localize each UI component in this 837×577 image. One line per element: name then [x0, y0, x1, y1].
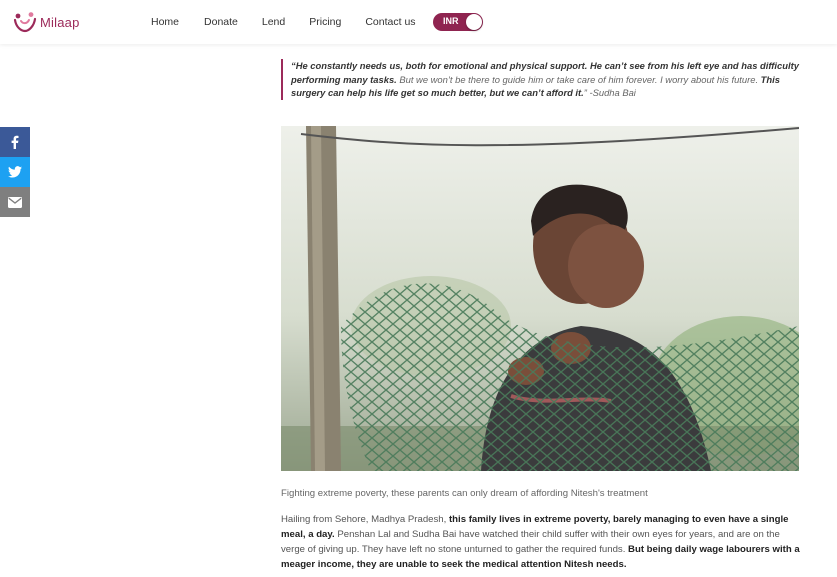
- nav-lend[interactable]: Lend: [262, 16, 285, 28]
- story-paragraph: Hailing from Sehore, Madhya Pradesh, thi…: [281, 512, 801, 572]
- share-twitter-button[interactable]: [0, 157, 30, 187]
- nav-donate[interactable]: Donate: [204, 16, 238, 28]
- main-nav: Home Donate Lend Pricing Contact us: [151, 0, 440, 44]
- currency-toggle[interactable]: INR: [433, 13, 483, 31]
- story-photo: [281, 126, 799, 471]
- parent-quote: “He constantly needs us, both for emotio…: [281, 59, 801, 100]
- twitter-icon: [8, 166, 22, 178]
- toggle-knob: [466, 14, 482, 30]
- email-icon: [8, 196, 22, 208]
- logo[interactable]: Milaap: [12, 10, 80, 34]
- quote-text-2: But we won’t be there to guide him or ta…: [396, 73, 759, 85]
- nav-home[interactable]: Home: [151, 16, 179, 28]
- facebook-icon: [11, 135, 19, 149]
- photo-caption: Fighting extreme poverty, these parents …: [281, 488, 648, 499]
- logo-text: Milaap: [40, 14, 80, 30]
- nav-contact-us[interactable]: Contact us: [365, 16, 415, 28]
- share-bar: [0, 127, 30, 217]
- boy-behind-fence-image: [281, 126, 799, 471]
- quote-attribution: ” -Sudha Bai: [583, 87, 636, 98]
- share-facebook-button[interactable]: [0, 127, 30, 157]
- nav-pricing[interactable]: Pricing: [309, 16, 341, 28]
- story-text-1: Hailing from Sehore, Madhya Pradesh,: [281, 514, 449, 525]
- milaap-logo-icon: [13, 12, 37, 33]
- site-header: Milaap Home Donate Lend Pricing Contact …: [0, 0, 837, 44]
- currency-label: INR: [443, 16, 459, 26]
- share-email-button[interactable]: [0, 187, 30, 217]
